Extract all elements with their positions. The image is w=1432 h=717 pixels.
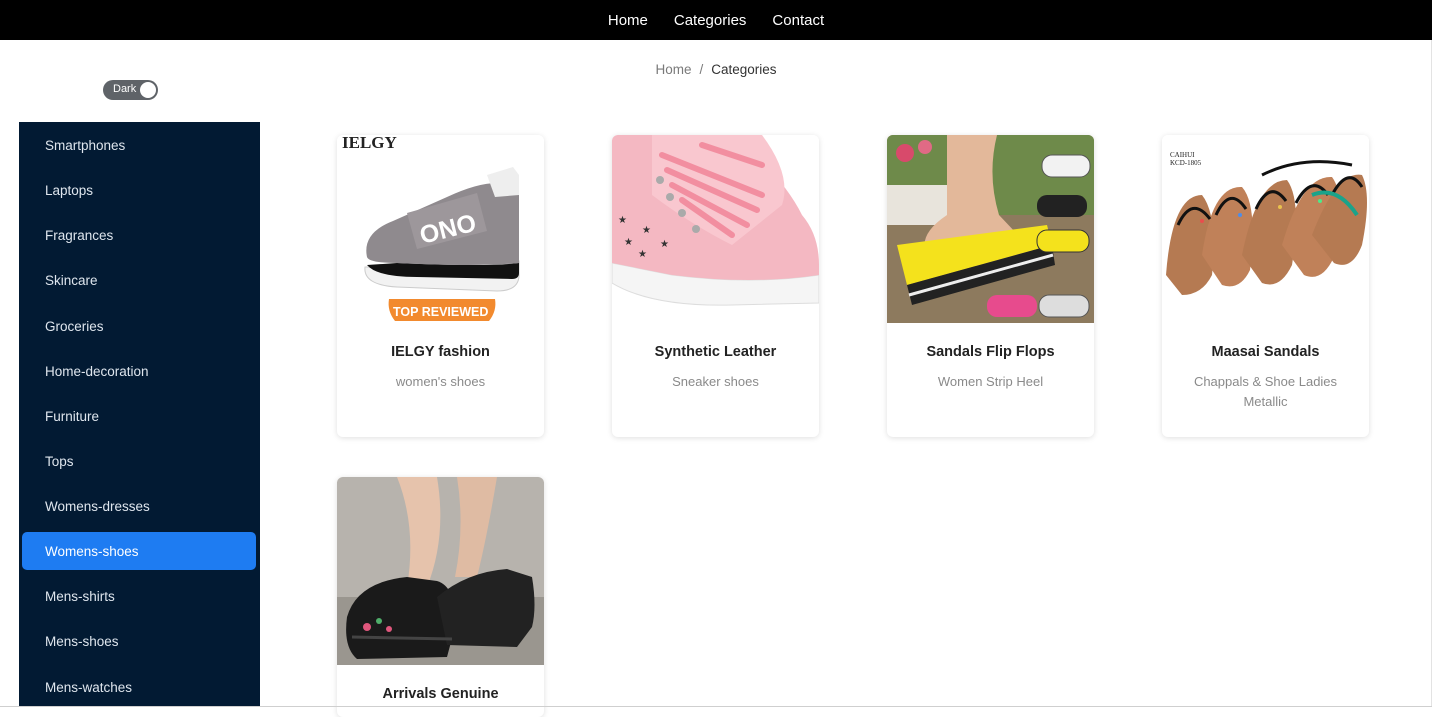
sidebar-item-womens-dresses[interactable]: Womens-dresses (22, 487, 256, 525)
product-description: women's shoes (395, 374, 486, 389)
nav-home-link[interactable]: Home (608, 12, 648, 29)
product-image: ★ ★ ★ ★ ★ (612, 135, 819, 323)
product-image (887, 135, 1094, 323)
product-card[interactable]: Sandals Flip Flops Women Strip Heel (887, 135, 1094, 437)
sidebar-item-tops[interactable]: Tops (22, 442, 256, 480)
product-card[interactable]: CAIHUI KCD-1805 Maasai Sandals Chappals … (1162, 135, 1369, 437)
product-image-model-text: KCD-1805 (1170, 159, 1202, 167)
product-card[interactable]: Arrivals Genuine (337, 477, 544, 717)
sidebar-item-mens-shirts[interactable]: Mens-shirts (22, 577, 256, 615)
nav-categories-link[interactable]: Categories (674, 12, 747, 29)
toggle-knob (140, 82, 156, 98)
product-image-badge-text: TOP REVIEWED (393, 305, 488, 319)
sidebar-item-mens-shoes[interactable]: Mens-shoes (22, 622, 256, 660)
svg-text:★: ★ (624, 237, 633, 248)
product-title: IELGY fashion (391, 344, 490, 360)
product-image (337, 477, 544, 665)
dark-mode-toggle-label: Dark (113, 83, 137, 95)
product-image-brand-text: CAIHUI (1170, 151, 1195, 159)
product-title: Sandals Flip Flops (926, 344, 1055, 360)
sidebar-item-groceries[interactable]: Groceries (22, 307, 256, 345)
breadcrumb-current: Categories (711, 62, 777, 77)
category-sidebar: Smartphones Laptops Fragrances Skincare … (19, 122, 260, 707)
svg-text:★: ★ (660, 239, 669, 250)
sidebar-item-womens-shoes[interactable]: Womens-shoes (22, 532, 256, 570)
product-card[interactable]: IELGY ONO TOP REVIEWED IELGY fashion wom… (337, 135, 544, 437)
sidebar-item-home-decoration[interactable]: Home-decoration (22, 352, 256, 390)
svg-text:★: ★ (618, 215, 627, 226)
sidebar-item-smartphones[interactable]: Smartphones (22, 126, 256, 164)
sidebar-item-laptops[interactable]: Laptops (22, 171, 256, 209)
product-card[interactable]: ★ ★ ★ ★ ★ Synthetic Leather Sneaker shoe… (612, 135, 819, 437)
product-image-brand-text: IELGY (342, 135, 397, 152)
breadcrumb: Home / Categories (0, 62, 1432, 77)
breadcrumb-home-link[interactable]: Home (655, 62, 691, 77)
svg-text:★: ★ (638, 249, 647, 260)
top-navbar: Home Categories Contact (0, 0, 1432, 40)
product-description: Sneaker shoes (672, 374, 759, 389)
sidebar-item-skincare[interactable]: Skincare (22, 261, 256, 299)
product-title: Synthetic Leather (654, 344, 777, 360)
product-title: Maasai Sandals (1211, 344, 1320, 360)
breadcrumb-separator: / (699, 62, 704, 77)
sidebar-item-furniture[interactable]: Furniture (22, 397, 256, 435)
product-description: Chappals & Shoe Ladies Metallic (1193, 374, 1338, 409)
product-title: Arrivals Genuine (382, 686, 499, 702)
product-image: IELGY ONO TOP REVIEWED (337, 135, 544, 323)
sidebar-item-fragrances[interactable]: Fragrances (22, 216, 256, 254)
product-image: CAIHUI KCD-1805 (1162, 135, 1369, 323)
dark-mode-toggle[interactable]: Dark (103, 80, 158, 100)
svg-text:★: ★ (642, 225, 651, 236)
nav-contact-link[interactable]: Contact (772, 12, 824, 29)
sidebar-item-mens-watches[interactable]: Mens-watches (22, 668, 256, 706)
product-description: Women Strip Heel (937, 374, 1044, 389)
